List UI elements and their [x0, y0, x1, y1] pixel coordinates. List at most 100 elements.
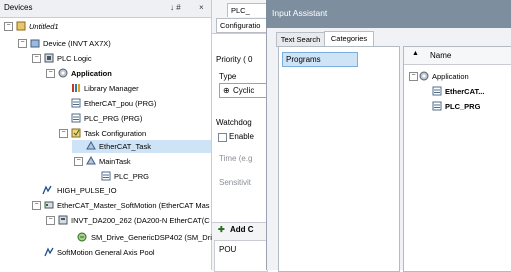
- item-ethercat[interactable]: EtherCAT...: [404, 85, 511, 98]
- type-select[interactable]: ⊕ Cyclic: [219, 83, 268, 98]
- tab-categories[interactable]: Categories: [324, 31, 374, 47]
- pou-icon: [101, 171, 111, 181]
- configuration-tab[interactable]: Configuratio: [216, 18, 271, 33]
- devices-panel: Devices ↓ # × − Untitled1 − Device (INVT…: [0, 0, 216, 270]
- enable-checkbox[interactable]: [218, 133, 227, 142]
- tree-node-label: PLC_PRG (PRG): [84, 114, 143, 123]
- priority-label: Priority ( 0: [216, 55, 253, 64]
- tree-node-label: EtherCAT_Task: [99, 142, 151, 151]
- tree-node-application[interactable]: − Application: [0, 67, 211, 80]
- sensitivity-label: Sensitivit: [219, 178, 252, 187]
- tree-node-label: Device (INVT AX7X): [43, 39, 111, 48]
- tree-node-device[interactable]: − Device (INVT AX7X): [0, 37, 211, 50]
- tab-text-search[interactable]: Text Search: [276, 32, 325, 47]
- drive-icon: [58, 215, 68, 225]
- tree-node-label: SM_Drive_GenericDSP402 (SM_Driv: [91, 233, 216, 242]
- tree-node-label: Application: [71, 69, 112, 78]
- item-label: EtherCAT...: [445, 87, 485, 96]
- item-label: PLC_PRG: [445, 102, 481, 111]
- add-icon: ✚: [218, 225, 225, 234]
- tree-node-label: Untitled1: [29, 22, 59, 31]
- pou-icon: [432, 101, 442, 111]
- pin-button[interactable]: ↓ #: [170, 3, 181, 12]
- devices-panel-title: Devices: [4, 3, 33, 12]
- items-list: ▲ Name − Application EtherCAT... PLC_PRG: [403, 46, 511, 272]
- collapse-toggle-icon[interactable]: −: [32, 201, 41, 210]
- pou-icon: [71, 98, 81, 108]
- dialog-title: Input Assistant: [272, 8, 328, 18]
- items-header: ▲ Name: [404, 47, 511, 65]
- tree-node-ethercat-master[interactable]: − EtherCAT_Master_SoftMotion (EtherCAT M…: [0, 199, 211, 212]
- collapse-toggle-icon[interactable]: −: [59, 129, 68, 138]
- collapse-toggle-icon[interactable]: −: [46, 216, 55, 225]
- devices-panel-header: Devices ↓ # ×: [0, 0, 211, 18]
- enable-label: Enable: [229, 132, 254, 141]
- tree-node-label: EtherCAT_pou (PRG): [84, 99, 157, 108]
- item-label: Application: [432, 72, 469, 81]
- axis-icon: [77, 232, 87, 242]
- collapse-toggle-icon[interactable]: −: [409, 72, 418, 81]
- tree-node-sm-drive[interactable]: SM_Drive_GenericDSP402 (SM_Driv: [0, 231, 216, 244]
- device-icon: [30, 39, 40, 48]
- plc-logic-icon: [44, 53, 54, 63]
- categories-list: Programs: [278, 46, 400, 272]
- tree-node-label: EtherCAT_Master_SoftMotion (EtherCAT Mas: [57, 201, 210, 210]
- pou-icon: [71, 113, 81, 123]
- add-call-button[interactable]: Add C: [230, 225, 254, 234]
- tree-node-label: PLC Logic: [57, 54, 92, 63]
- tree-node-plc-prg-call[interactable]: PLC_PRG: [0, 170, 211, 183]
- tree-node-label: PLC_PRG: [114, 172, 150, 181]
- editor-tab-label: PLC_: [231, 6, 250, 15]
- tree-node-library-manager[interactable]: Library Manager: [0, 82, 211, 95]
- tree-node-label: MainTask: [99, 157, 131, 166]
- item-application[interactable]: − Application: [404, 70, 511, 83]
- time-label: Time (e.g: [219, 154, 253, 163]
- tab-categories-label: Categories: [330, 34, 368, 43]
- watchdog-label: Watchdog: [216, 118, 252, 127]
- task-configuration-icon: [71, 128, 81, 138]
- tree-node-maintask[interactable]: − MainTask: [0, 155, 211, 168]
- name-column-header[interactable]: Name: [430, 51, 451, 60]
- project-icon: [16, 21, 26, 31]
- task-icon: [86, 141, 96, 150]
- item-plc-prg[interactable]: PLC_PRG: [404, 100, 511, 113]
- type-value: Cyclic: [233, 86, 255, 95]
- tree-node-label: HIGH_PULSE_IO: [57, 186, 117, 195]
- tree-node-label: INVT_DA200_262 (DA200-N EtherCAT(C: [71, 216, 210, 225]
- sort-arrow-icon[interactable]: ▲: [412, 50, 419, 57]
- library-icon: [72, 84, 80, 92]
- collapse-toggle-icon[interactable]: −: [46, 69, 55, 78]
- pou-column-header: POU: [219, 245, 237, 254]
- dialog-titlebar[interactable]: Input Assistant: [266, 0, 511, 28]
- pou-icon: [432, 86, 442, 96]
- collapse-toggle-icon[interactable]: −: [32, 54, 41, 63]
- pou-table: POU: [214, 240, 268, 272]
- configuration-tab-label: Configuratio: [220, 21, 261, 30]
- category-item-label: Programs: [286, 55, 321, 64]
- tree-node-label: Library Manager: [84, 84, 139, 93]
- io-icon: [42, 185, 52, 195]
- axis-pool-icon: [44, 247, 54, 257]
- tree-node-ethercat-pou[interactable]: EtherCAT_pou (PRG): [0, 97, 211, 110]
- tree-node-untitled1[interactable]: − Untitled1: [0, 20, 211, 33]
- tree-node-high-pulse-io[interactable]: HIGH_PULSE_IO: [0, 184, 211, 197]
- tree-node-plc-logic[interactable]: − PLC Logic: [0, 52, 211, 65]
- gear-icon: [419, 71, 429, 81]
- collapse-toggle-icon[interactable]: −: [4, 22, 13, 31]
- clock-icon: ⊕: [223, 86, 230, 95]
- collapse-toggle-icon[interactable]: −: [74, 157, 83, 166]
- tab-text-search-label: Text Search: [280, 35, 321, 44]
- task-icon: [86, 156, 96, 165]
- close-button[interactable]: ×: [199, 3, 204, 12]
- collapse-toggle-icon[interactable]: −: [18, 39, 27, 48]
- ethercat-master-icon: [44, 201, 54, 209]
- tree-node-ethercat-task[interactable]: EtherCAT_Task: [72, 140, 211, 153]
- tree-node-axis-pool[interactable]: SoftMotion General Axis Pool: [0, 246, 211, 259]
- tree-node-label: SoftMotion General Axis Pool: [57, 248, 155, 257]
- gear-icon: [58, 68, 68, 78]
- type-label: Type: [219, 72, 237, 81]
- tree-node-task-configuration[interactable]: − Task Configuration: [0, 127, 211, 140]
- category-item-programs[interactable]: Programs: [282, 52, 358, 67]
- tree-node-invt-da200[interactable]: − INVT_DA200_262 (DA200-N EtherCAT(C: [0, 214, 211, 227]
- tree-node-plc-prg[interactable]: PLC_PRG (PRG): [0, 112, 211, 125]
